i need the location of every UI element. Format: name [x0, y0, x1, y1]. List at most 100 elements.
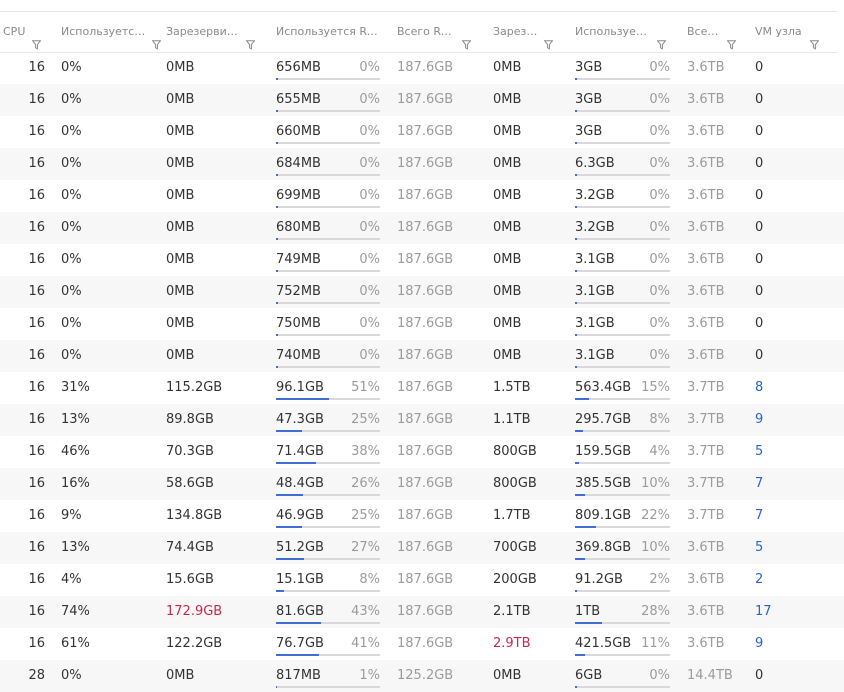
table-row[interactable]: 16 0% 0MB 750MB 0% 187.6GB 0MB 3.1GB 0% 3.6TB 0: [0, 308, 844, 340]
table-row[interactable]: 16 9% 134.8GB 46.9GB 25% 187.6GB 1.7TB 809.1GB 2…: [0, 500, 844, 532]
node-vm-count[interactable]: 9: [755, 404, 763, 436]
disk-reserved: 1.1TB: [493, 412, 531, 427]
filter-icon[interactable]: [245, 27, 256, 50]
ram-usage-bar: [276, 430, 380, 432]
table-row[interactable]: 16 0% 0MB 699MB 0% 187.6GB 0MB 3.2GB 0% 3.6TB 0: [0, 180, 844, 212]
node-vm-count[interactable]: 2: [755, 564, 763, 596]
node-vm-count[interactable]: 5: [755, 532, 763, 564]
column-header-disk-reserved[interactable]: Зарезервировано диска: [493, 12, 554, 52]
filter-icon[interactable]: [656, 27, 667, 50]
table-row[interactable]: 16 0% 0MB 655MB 0% 187.6GB 0MB 3GB 0% 3.6TB 0: [0, 84, 844, 116]
ram-total: 187.6GB: [397, 348, 454, 363]
column-header-cpu[interactable]: CPU: [3, 12, 42, 52]
filter-icon[interactable]: [726, 27, 737, 50]
table-row[interactable]: 16 61% 122.2GB 76.7GB 41% 187.6GB 2.9TB 421.5GB…: [0, 628, 844, 660]
table-row[interactable]: 28 0% 0MB 817MB 1% 125.2GB 0MB 6GB 0% 14.4TB 0: [0, 660, 844, 692]
node-vm-count: 0: [755, 348, 764, 363]
node-vm-count[interactable]: 9: [755, 628, 763, 660]
node-vm-count[interactable]: 8: [755, 372, 763, 404]
ram-used: 656MB 0%: [276, 52, 380, 84]
disk-total: 3.6TB: [687, 124, 725, 139]
ram-used: 749MB 0%: [276, 244, 380, 276]
table-row[interactable]: 16 16% 58.6GB 48.4GB 26% 187.6GB 800GB 385.5GB 1…: [0, 468, 844, 500]
table-row[interactable]: 16 0% 0MB 656MB 0% 187.6GB 0MB 3GB 0% 3.6TB 0: [0, 52, 844, 84]
column-header-label: Всего RAM: [397, 25, 455, 38]
filter-icon[interactable]: [151, 27, 162, 50]
table-row[interactable]: 16 46% 70.3GB 71.4GB 38% 187.6GB 800GB 159.5GB 4…: [0, 436, 844, 468]
table-row[interactable]: 16 0% 0MB 660MB 0% 187.6GB 0MB 3GB 0% 3.6TB 0: [0, 116, 844, 148]
ram-reserved: 0MB: [166, 92, 195, 107]
cpu-count: 16: [28, 316, 45, 331]
disk-usage-bar-fill: [575, 462, 579, 464]
table-row[interactable]: 16 74% 172.9GB 81.6GB 43% 187.6GB 2.1TB 1TB 28% 3…: [0, 596, 844, 628]
table-row[interactable]: 16 13% 74.4GB 51.2GB 27% 187.6GB 700GB 369.8GB 1…: [0, 532, 844, 564]
ram-usage-bar-fill: [276, 398, 330, 400]
filter-icon[interactable]: [461, 27, 472, 50]
node-vm-count[interactable]: 5: [755, 436, 763, 468]
ram-usage-bar-fill: [276, 238, 279, 240]
disk-reserved: 1.5TB: [493, 380, 531, 395]
filter-icon[interactable]: [809, 27, 820, 50]
table-row[interactable]: 16 13% 89.8GB 47.3GB 25% 187.6GB 1.1TB 295.7GB 8…: [0, 404, 844, 436]
table-row[interactable]: 16 0% 0MB 740MB 0% 187.6GB 0MB 3.1GB 0% 3.6TB 0: [0, 340, 844, 372]
column-header-cpu-used[interactable]: Используется CPU: [61, 12, 162, 52]
column-header-reserved[interactable]: Зарезервировано RAM: [166, 12, 256, 52]
disk-used: 6GB 0%: [575, 660, 670, 692]
ram-usage-bar-fill: [276, 366, 279, 368]
node-vm-count: 0: [755, 124, 764, 139]
ram-used: 750MB 0%: [276, 308, 380, 340]
ram-usage-bar: [276, 206, 380, 208]
disk-usage-bar-fill: [575, 494, 585, 496]
ram-usage-bar: [276, 366, 380, 368]
table-row[interactable]: 16 0% 0MB 749MB 0% 187.6GB 0MB 3.1GB 0% 3.6TB 0: [0, 244, 844, 276]
ram-reserved: 58.6GB: [166, 476, 214, 491]
ram-reserved: 0MB: [166, 188, 195, 203]
ram-usage-bar-fill: [276, 494, 304, 496]
ram-used: 752MB 0%: [276, 276, 380, 308]
disk-usage-bar: [575, 174, 670, 176]
node-vm-count[interactable]: 7: [755, 468, 763, 500]
disk-usage-bar: [575, 366, 670, 368]
column-header-ram-total[interactable]: Всего RAM: [397, 12, 472, 52]
table-row[interactable]: 16 0% 0MB 680MB 0% 187.6GB 0MB 3.2GB 0% 3.6TB 0: [0, 212, 844, 244]
column-header-label: Используется диска: [575, 25, 651, 38]
disk-used: 3.2GB 0%: [575, 180, 670, 212]
node-vm-count[interactable]: 7: [755, 500, 763, 532]
ram-usage-bar: [276, 142, 380, 144]
ram-usage-bar-fill: [276, 206, 279, 208]
ram-reserved: 0MB: [166, 252, 195, 267]
ram-usage-bar: [276, 558, 380, 560]
disk-reserved: 700GB: [493, 540, 537, 555]
table-row[interactable]: 16 4% 15.6GB 15.1GB 8% 187.6GB 200GB 91.2GB 2% 3.…: [0, 564, 844, 596]
filter-icon[interactable]: [31, 27, 42, 50]
ram-used: 76.7GB 41%: [276, 628, 380, 660]
table-row[interactable]: 16 0% 0MB 752MB 0% 187.6GB 0MB 3.1GB 0% 3.6TB 0: [0, 276, 844, 308]
column-header-label: Используется CPU: [61, 25, 147, 38]
disk-total: 3.6TB: [687, 636, 725, 651]
column-header-disk-total[interactable]: Всего диска: [687, 12, 737, 52]
ram-usage-bar-fill: [276, 174, 279, 176]
ram-usage-bar-fill: [276, 622, 321, 624]
disk-reserved: 800GB: [493, 444, 537, 459]
ram-reserved: 0MB: [166, 60, 195, 75]
disk-used: 3GB 0%: [575, 116, 670, 148]
disk-reserved: 0MB: [493, 220, 522, 235]
disk-usage-bar-fill: [575, 110, 577, 112]
cpu-count: 16: [28, 284, 45, 299]
column-header-disk-used[interactable]: Используется диска: [575, 12, 667, 52]
ram-used: 48.4GB 26%: [276, 468, 380, 500]
column-header-vm[interactable]: VM узла: [755, 12, 820, 52]
disk-usage-bar-fill: [575, 238, 577, 240]
table-row[interactable]: 16 0% 0MB 684MB 0% 187.6GB 0MB 6.3GB 0% 3.6TB 0: [0, 148, 844, 180]
disk-total: 3.6TB: [687, 316, 725, 331]
node-vm-count: 0: [755, 156, 764, 171]
table-row[interactable]: 16 31% 115.2GB 96.1GB 51% 187.6GB 1.5TB 563.4GB…: [0, 372, 844, 404]
disk-total: 3.7TB: [687, 476, 725, 491]
disk-usage-bar: [575, 686, 670, 688]
ram-reserved: 0MB: [166, 124, 195, 139]
disk-used: 421.5GB 11%: [575, 628, 670, 660]
disk-usage-bar-fill: [575, 302, 577, 304]
node-vm-count[interactable]: 17: [755, 596, 772, 628]
filter-icon[interactable]: [543, 27, 554, 50]
column-header-ram-used[interactable]: Используется RAM: [276, 12, 378, 52]
